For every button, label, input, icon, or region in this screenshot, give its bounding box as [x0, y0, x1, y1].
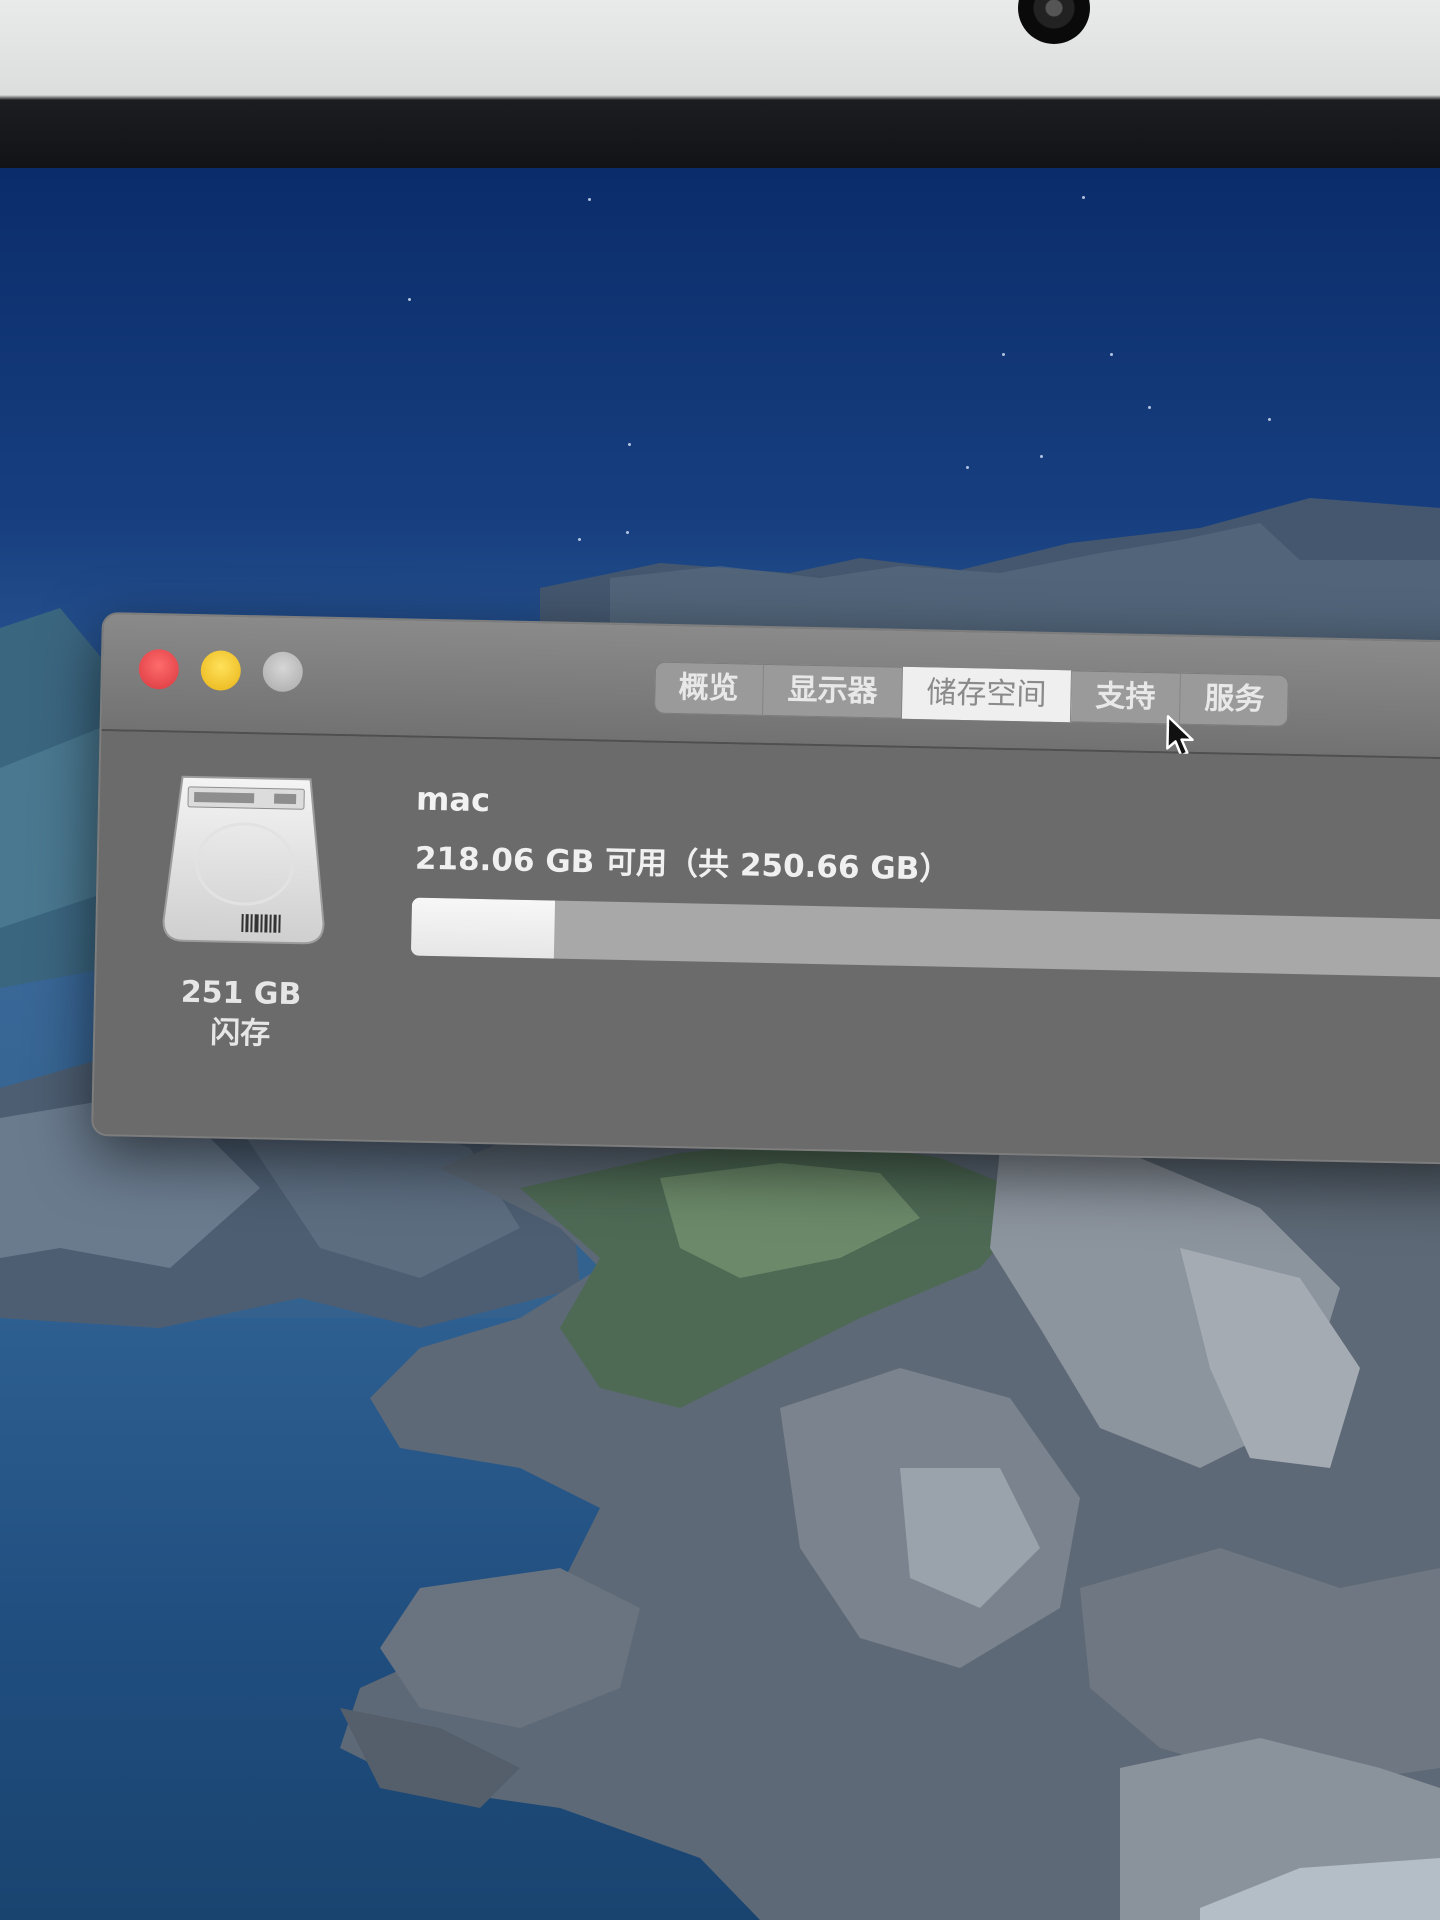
storage-usage-bar[interactable] — [410, 897, 1440, 979]
storage-used-segment[interactable] — [410, 897, 556, 959]
zoom-button[interactable] — [262, 651, 304, 693]
tab-displays[interactable]: 显示器 — [762, 663, 904, 719]
close-button[interactable] — [138, 648, 180, 690]
disk-type-label: 闪存 — [209, 1015, 271, 1052]
tab-support[interactable]: 支持 — [1070, 670, 1181, 725]
storage-summary: 218.06 GB 可用（共 250.66 GB） — [414, 840, 951, 888]
tab-overview[interactable]: 概览 — [653, 661, 765, 716]
tab-service[interactable]: 服务 — [1180, 673, 1289, 727]
storage-panel: 251 GB 闪存 mac 218.06 GB 可用（共 250.66 GB） — [93, 731, 1440, 1164]
volume-name: mac — [415, 779, 491, 820]
mouse-cursor-icon — [1166, 715, 1194, 757]
disk-capacity-label: 251 GB — [180, 974, 302, 1013]
minimize-button[interactable] — [200, 650, 242, 691]
webcam — [1018, 0, 1090, 44]
tab-storage[interactable]: 储存空间 — [901, 666, 1072, 723]
laptop-bezel — [0, 0, 1440, 190]
about-this-mac-window[interactable]: 概览 显示器 储存空间 支持 服务 251 GB 闪存 mac 218.06 G… — [91, 612, 1440, 1166]
hard-drive-icon — [162, 775, 325, 945]
